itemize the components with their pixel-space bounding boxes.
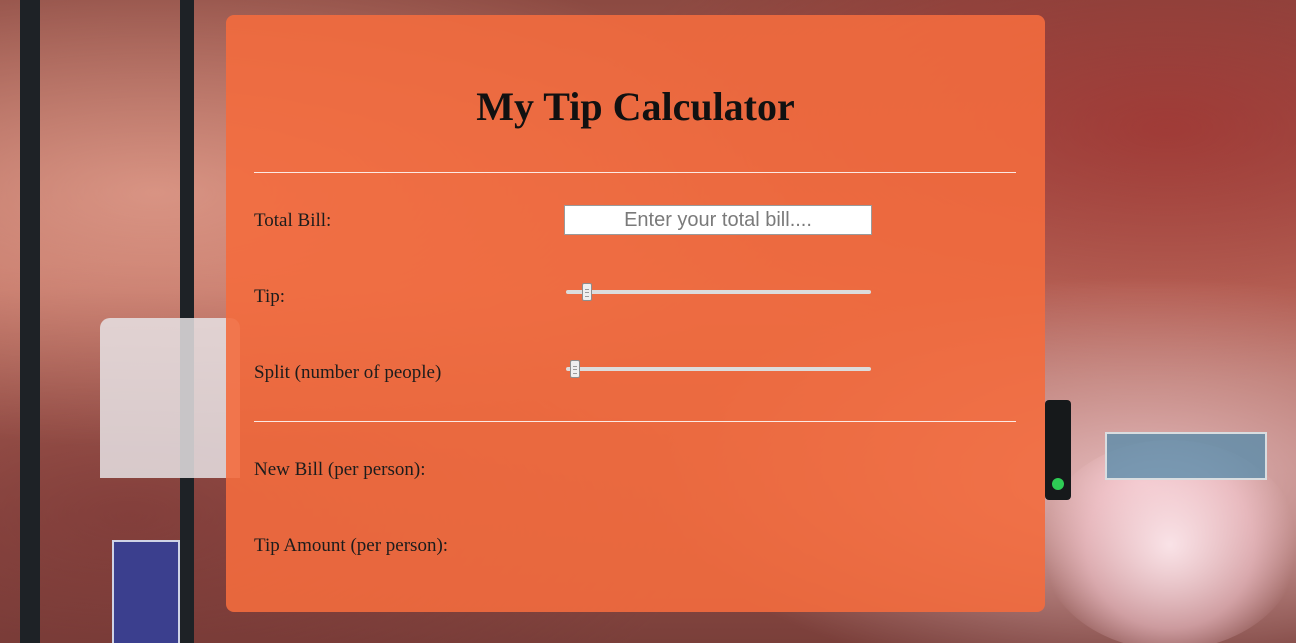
background-banner — [112, 540, 180, 643]
page-title: My Tip Calculator — [476, 84, 795, 129]
results-divider — [254, 421, 1016, 422]
tip-label: Tip: — [254, 286, 285, 307]
tip-slider-handle[interactable] — [581, 283, 592, 301]
traffic-light-lamp — [1052, 478, 1064, 490]
background-street-sign — [1105, 432, 1267, 480]
tip-slider[interactable] — [564, 282, 871, 302]
tip-amount-label: Tip Amount (per person): — [254, 535, 449, 556]
split-slider-track[interactable] — [566, 367, 871, 371]
new-bill-label: New Bill (per person): — [254, 459, 426, 480]
tip-calculator-panel: My Tip Calculator Total Bill: Tip: Split… — [226, 15, 1045, 612]
top-divider — [254, 172, 1016, 173]
tip-slider-track[interactable] — [566, 290, 871, 294]
split-slider[interactable] — [564, 359, 871, 379]
split-label: Split (number of people) — [254, 362, 442, 383]
background-bus — [100, 318, 240, 478]
split-slider-handle[interactable] — [569, 360, 580, 378]
total-bill-label: Total Bill: — [254, 210, 332, 231]
total-bill-input[interactable] — [564, 205, 872, 235]
background-traffic-light — [1045, 400, 1071, 500]
background-pole-left — [20, 0, 40, 643]
